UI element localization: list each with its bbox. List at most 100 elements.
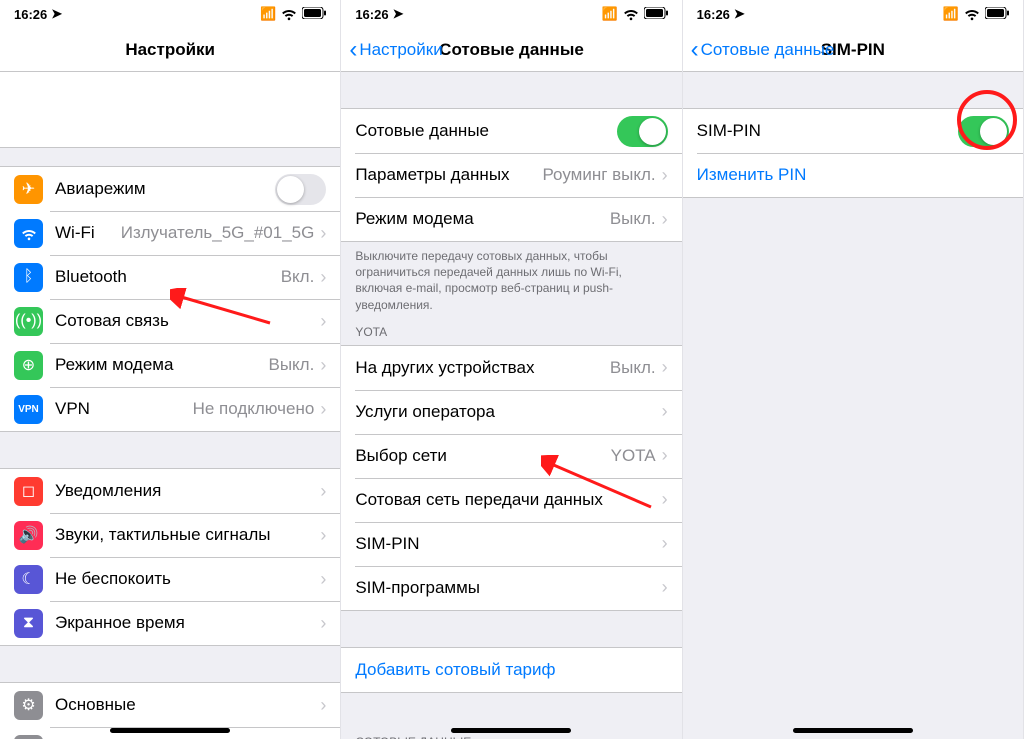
back-button[interactable]: ‹Настройки xyxy=(349,38,442,62)
row-label: Не беспокоить xyxy=(55,569,320,589)
content[interactable]: Сотовые данные Параметры данных Роуминг … xyxy=(341,72,681,739)
screentime-row[interactable]: ⧗ Экранное время › xyxy=(0,601,340,645)
back-button[interactable]: ‹Сотовые данные xyxy=(691,38,835,62)
general-row[interactable]: ⚙ Основные › xyxy=(0,683,340,727)
switches-icon: ⫶ xyxy=(14,735,43,739)
location-icon: ➤ xyxy=(734,6,745,22)
wifi-row[interactable]: Wi-Fi Излучатель_5G_#01_5G › xyxy=(0,211,340,255)
gear-icon: ⚙ xyxy=(14,691,43,720)
sim-pin-toggle[interactable] xyxy=(958,116,1009,147)
chevron-icon: › xyxy=(320,569,326,590)
row-label: Выбор сети xyxy=(355,446,610,466)
chevron-icon: › xyxy=(320,311,326,332)
signal-icon: 📶 xyxy=(601,6,617,22)
chevron-icon: › xyxy=(320,355,326,376)
carrier-services-row[interactable]: Услуги оператора › xyxy=(341,390,681,434)
airplane-toggle[interactable] xyxy=(275,174,326,205)
row-label: Bluetooth xyxy=(55,267,281,287)
chevron-left-icon: ‹ xyxy=(691,38,699,62)
back-label: Настройки xyxy=(359,40,442,60)
row-value: Вкл. xyxy=(281,267,315,287)
dnd-row[interactable]: ☾ Не беспокоить › xyxy=(0,557,340,601)
home-indicator xyxy=(110,728,230,733)
chevron-icon: › xyxy=(662,445,668,466)
status-time: 16:26 xyxy=(697,7,730,22)
airplane-row[interactable]: ✈ Авиарежим xyxy=(0,167,340,211)
vpn-icon: VPN xyxy=(14,395,43,424)
wifi-icon xyxy=(280,4,298,25)
moon-icon: ☾ xyxy=(14,565,43,594)
status-time: 16:26 xyxy=(14,7,47,22)
chevron-icon: › xyxy=(320,481,326,502)
chevron-icon: › xyxy=(662,489,668,510)
row-label: Экранное время xyxy=(55,613,320,633)
chevron-icon: › xyxy=(320,695,326,716)
row-label: SIM-PIN xyxy=(697,121,958,141)
sim-pin-screen: 16:26 ➤ 📶 ‹Сотовые данные SIM-PIN SIM-PIN… xyxy=(683,0,1024,739)
hourglass-icon: ⧗ xyxy=(14,609,43,638)
row-label: Режим модема xyxy=(55,355,268,375)
content[interactable]: SIM-PIN Изменить PIN xyxy=(683,72,1023,739)
network-selection-row[interactable]: Выбор сети YOTA › xyxy=(341,434,681,478)
chevron-icon: › xyxy=(662,209,668,230)
row-label: Звуки, тактильные сигналы xyxy=(55,525,320,545)
cellular-screen: 16:26➤ 📶 ‹Настройки Сотовые данные Сотов… xyxy=(341,0,682,739)
nav-bar: Настройки xyxy=(0,28,340,72)
notifications-row[interactable]: ◻ Уведомления › xyxy=(0,469,340,513)
cellular-data-toggle[interactable] xyxy=(617,116,668,147)
signal-icon: 📶 xyxy=(943,6,959,22)
home-indicator xyxy=(451,728,571,733)
row-label: Авиарежим xyxy=(55,179,275,199)
chevron-icon: › xyxy=(662,357,668,378)
row-label: Сотовые данные xyxy=(355,121,616,141)
chevron-icon: › xyxy=(662,165,668,186)
data-options-row[interactable]: Параметры данных Роуминг выкл. › xyxy=(341,153,681,197)
sim-apps-row[interactable]: SIM-программы › xyxy=(341,566,681,610)
page-title: Сотовые данные xyxy=(439,40,584,60)
chevron-icon: › xyxy=(320,267,326,288)
chevron-icon: › xyxy=(662,533,668,554)
section-header-yota: YOTA xyxy=(341,319,681,345)
content[interactable]: ✈ Авиарежим Wi-Fi Излучатель_5G_#01_5G ›… xyxy=(0,72,340,739)
status-bar: 16:26➤ 📶 xyxy=(341,0,681,28)
sim-pin-toggle-row[interactable]: SIM-PIN xyxy=(683,109,1023,153)
airplane-icon: ✈ xyxy=(14,175,43,204)
sim-pin-row[interactable]: SIM-PIN › xyxy=(341,522,681,566)
cellular-data-network-row[interactable]: Сотовая сеть передачи данных › xyxy=(341,478,681,522)
signal-icon: 📶 xyxy=(260,6,276,22)
battery-icon xyxy=(644,7,668,22)
hotspot-row[interactable]: Режим модема Выкл. › xyxy=(341,197,681,241)
row-value: Выкл. xyxy=(268,355,314,375)
location-icon: ➤ xyxy=(51,6,62,22)
battery-icon xyxy=(302,7,326,22)
nav-bar: ‹Настройки Сотовые данные xyxy=(341,28,681,72)
bluetooth-row[interactable]: ᛒ Bluetooth Вкл. › xyxy=(0,255,340,299)
row-label: Уведомления xyxy=(55,481,320,501)
row-label: Сотовая сеть передачи данных xyxy=(355,490,661,510)
row-value: Излучатель_5G_#01_5G xyxy=(121,223,315,243)
row-value: Выкл. xyxy=(610,358,656,378)
row-value: Выкл. xyxy=(610,209,656,229)
chevron-icon: › xyxy=(320,613,326,634)
other-devices-row[interactable]: На других устройствах Выкл. › xyxy=(341,346,681,390)
home-indicator xyxy=(793,728,913,733)
row-label: Изменить PIN xyxy=(697,165,1009,185)
add-plan-row[interactable]: Добавить сотовый тариф xyxy=(341,648,681,692)
sounds-icon: 🔊 xyxy=(14,521,43,550)
sounds-row[interactable]: 🔊 Звуки, тактильные сигналы › xyxy=(0,513,340,557)
row-label: Сотовая связь xyxy=(55,311,320,331)
cellular-row[interactable]: ((•)) Сотовая связь › xyxy=(0,299,340,343)
status-right: 📶 xyxy=(260,4,326,25)
vpn-row[interactable]: VPN VPN Не подключено › xyxy=(0,387,340,431)
cellular-data-row[interactable]: Сотовые данные xyxy=(341,109,681,153)
back-label: Сотовые данные xyxy=(701,40,835,60)
chevron-icon: › xyxy=(662,577,668,598)
group-footer: Выключите передачу сотовых данных, чтобы… xyxy=(341,242,681,319)
hotspot-row[interactable]: ⊕ Режим модема Выкл. › xyxy=(0,343,340,387)
row-label: Режим модема xyxy=(355,209,609,229)
row-label: Добавить сотовый тариф xyxy=(355,660,667,680)
wifi-icon xyxy=(963,4,981,25)
wifi-icon xyxy=(14,219,43,248)
change-pin-row[interactable]: Изменить PIN xyxy=(683,153,1023,197)
chevron-icon: › xyxy=(320,399,326,420)
